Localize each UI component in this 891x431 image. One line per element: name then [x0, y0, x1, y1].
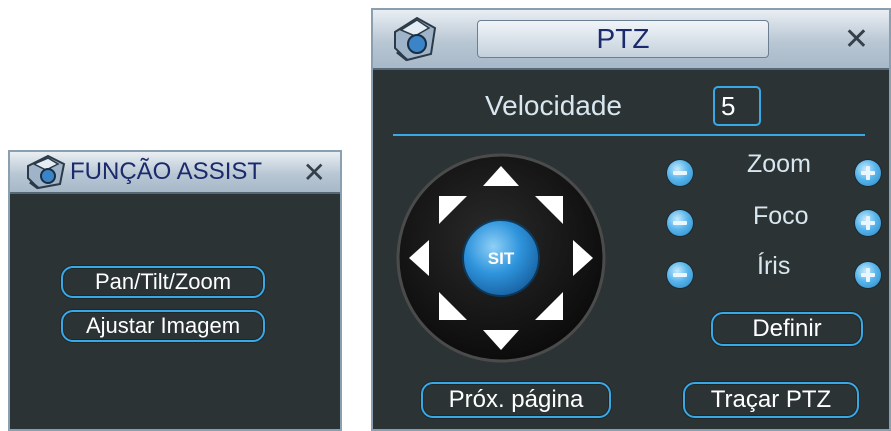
zoom-out-button[interactable] [667, 160, 693, 186]
divider [393, 134, 865, 136]
ptz-title-panel: PTZ [477, 20, 769, 58]
sit-label: SIT [488, 249, 515, 268]
ptz-titlebar: PTZ ✕ [373, 10, 889, 70]
speed-label: Velocidade [485, 90, 623, 121]
ptz-window: PTZ ✕ Velocidade 5 SIT Zoom Foco Íris De… [371, 8, 891, 431]
iris-label: Íris [757, 252, 791, 280]
assist-title: FUNÇÃO ASSIST [70, 158, 263, 185]
camera-logo-icon [27, 154, 66, 190]
ptz-title: PTZ [596, 23, 650, 54]
trace-ptz-button[interactable]: Traçar PTZ [683, 382, 859, 418]
pan-tilt-zoom-button[interactable]: Pan/Tilt/Zoom [61, 266, 265, 298]
speed-input[interactable]: 5 [713, 86, 761, 126]
assist-titlebar: FUNÇÃO ASSIST ✕ [10, 152, 340, 194]
focus-label: Foco [753, 202, 809, 230]
assist-window: FUNÇÃO ASSIST ✕ Pan/Tilt/Zoom Ajustar Im… [8, 150, 342, 431]
zoom-in-button[interactable] [855, 160, 881, 186]
iris-close-button[interactable] [667, 262, 693, 288]
close-icon[interactable]: ✕ [303, 156, 326, 189]
set-button[interactable]: Definir [711, 312, 863, 346]
focus-in-button[interactable] [855, 210, 881, 236]
iris-open-button[interactable] [855, 262, 881, 288]
focus-out-button[interactable] [667, 210, 693, 236]
next-page-button[interactable]: Próx. página [421, 382, 611, 418]
adjust-image-button[interactable]: Ajustar Imagem [61, 310, 265, 342]
close-icon[interactable]: ✕ [844, 22, 869, 57]
ptz-direction-pad: SIT [396, 153, 606, 363]
camera-logo-icon [394, 16, 437, 62]
zoom-label: Zoom [747, 150, 811, 178]
